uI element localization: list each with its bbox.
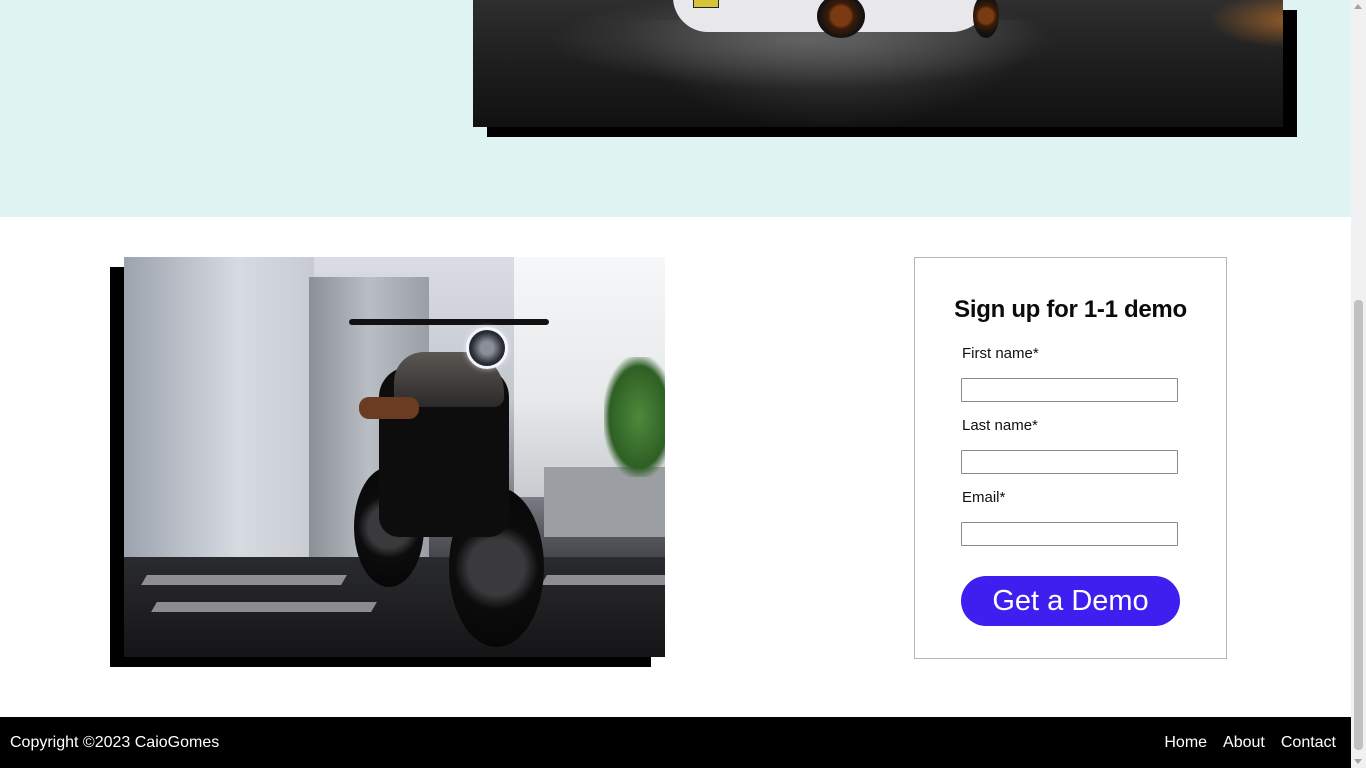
hero-section [0, 0, 1351, 217]
last-name-input[interactable] [961, 450, 1178, 474]
first-name-label: First name* [962, 345, 1039, 362]
first-name-input[interactable] [961, 378, 1178, 402]
signup-form: Sign up for 1-1 demo First name* Last na… [914, 257, 1227, 659]
email-label: Email* [962, 489, 1006, 506]
footer-nav: Home About Contact [1164, 734, 1336, 752]
get-demo-button[interactable]: Get a Demo [961, 576, 1180, 626]
car-photo [473, 0, 1283, 127]
scroll-thumb[interactable] [1354, 300, 1363, 750]
footer-link-contact[interactable]: Contact [1281, 734, 1336, 752]
scroll-down-icon[interactable] [1354, 759, 1362, 764]
headlight [466, 327, 508, 369]
motorcycle-photo [124, 257, 665, 657]
email-input[interactable] [961, 522, 1178, 546]
last-name-label: Last name* [962, 417, 1038, 434]
page-scrollbar[interactable] [1351, 0, 1366, 768]
page: Sign up for 1-1 demo First name* Last na… [0, 0, 1351, 768]
footer-link-about[interactable]: About [1223, 734, 1265, 752]
car-license-plate [693, 0, 719, 8]
signup-title: Sign up for 1-1 demo [954, 296, 1187, 323]
footer-link-home[interactable]: Home [1164, 734, 1207, 752]
copyright-text: Copyright ©2023 CaioGomes [10, 734, 220, 751]
footer: Copyright ©2023 CaioGomes Home About Con… [0, 717, 1351, 768]
motorcycle [339, 297, 549, 647]
scroll-up-icon[interactable] [1354, 4, 1362, 9]
